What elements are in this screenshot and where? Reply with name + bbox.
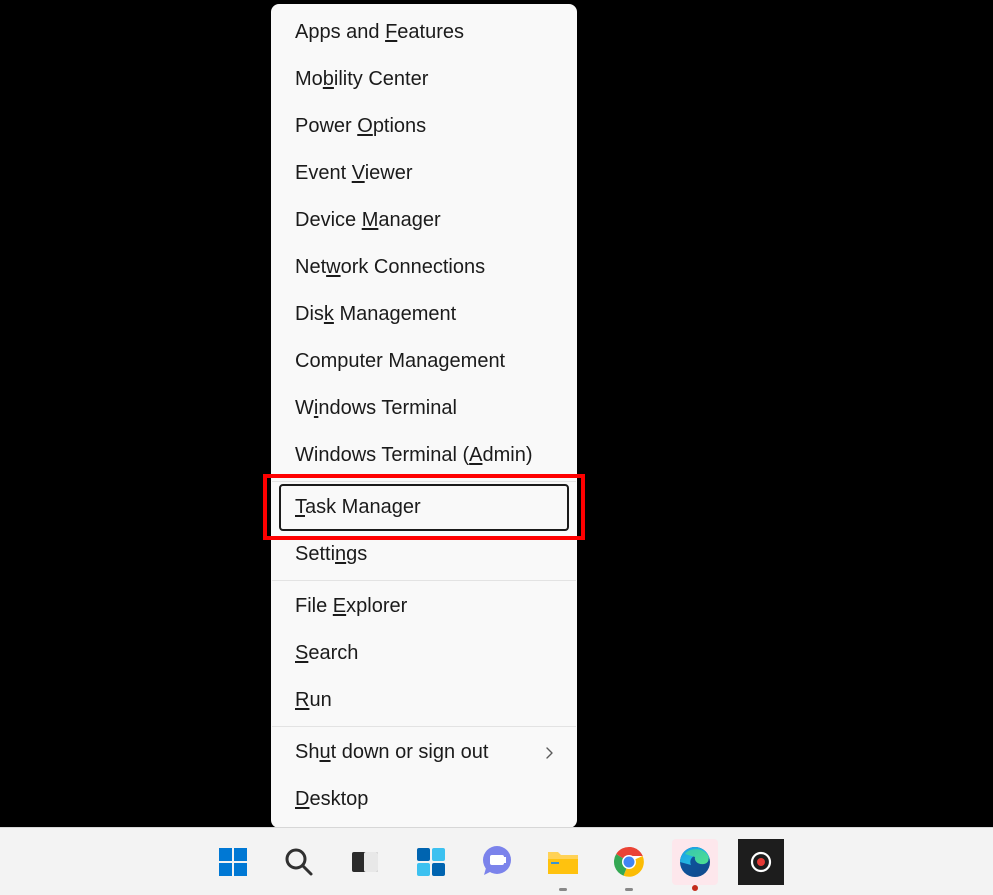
taskbar-widgets-button[interactable] (408, 839, 454, 885)
menu-item-disk-management[interactable]: Disk Management (271, 291, 577, 338)
taskbar (0, 827, 993, 895)
menu-separator (272, 481, 576, 482)
menu-item-mobility-center[interactable]: Mobility Center (271, 56, 577, 103)
menu-item-computer-management[interactable]: Computer Management (271, 338, 577, 385)
windows-start-icon (217, 846, 249, 878)
menu-item-power-options[interactable]: Power Options (271, 103, 577, 150)
menu-separator (272, 580, 576, 581)
menu-item-device-manager[interactable]: Device Manager (271, 197, 577, 244)
menu-item-settings[interactable]: Settings (271, 531, 577, 578)
menu-item-desktop[interactable]: Desktop (271, 776, 577, 823)
menu-item-network-connections[interactable]: Network Connections (271, 244, 577, 291)
menu-item-apps-features[interactable]: Apps and Features (271, 9, 577, 56)
file-explorer-icon (546, 847, 580, 877)
menu-item-windows-terminal-admin[interactable]: Windows Terminal (Admin) (271, 432, 577, 479)
taskbar-file-explorer-button[interactable] (540, 839, 586, 885)
menu-item-event-viewer[interactable]: Event Viewer (271, 150, 577, 197)
menu-item-search[interactable]: Search (271, 630, 577, 677)
menu-item-shutdown-signout[interactable]: Shut down or sign out (271, 729, 577, 776)
taskbar-search-button[interactable] (276, 839, 322, 885)
edge-icon (679, 846, 711, 878)
record-icon (749, 850, 773, 874)
taskbar-start-button[interactable] (210, 839, 256, 885)
task-view-icon (349, 846, 381, 878)
search-icon (283, 846, 315, 878)
taskbar-screenpresso-button[interactable] (738, 839, 784, 885)
menu-item-windows-terminal[interactable]: Windows Terminal (271, 385, 577, 432)
winx-context-menu[interactable]: Apps and Features Mobility Center Power … (271, 4, 577, 828)
menu-separator (272, 726, 576, 727)
chevron-right-icon (545, 746, 555, 760)
chrome-icon (613, 846, 645, 878)
chat-icon (480, 845, 514, 879)
menu-item-file-explorer[interactable]: File Explorer (271, 583, 577, 630)
menu-item-run[interactable]: Run (271, 677, 577, 724)
taskbar-edge-button[interactable] (672, 839, 718, 885)
taskbar-chrome-button[interactable] (606, 839, 652, 885)
widgets-icon (415, 846, 447, 878)
menu-item-task-manager[interactable]: Task Manager (279, 484, 569, 531)
taskbar-task-view-button[interactable] (342, 839, 388, 885)
taskbar-chat-button[interactable] (474, 839, 520, 885)
